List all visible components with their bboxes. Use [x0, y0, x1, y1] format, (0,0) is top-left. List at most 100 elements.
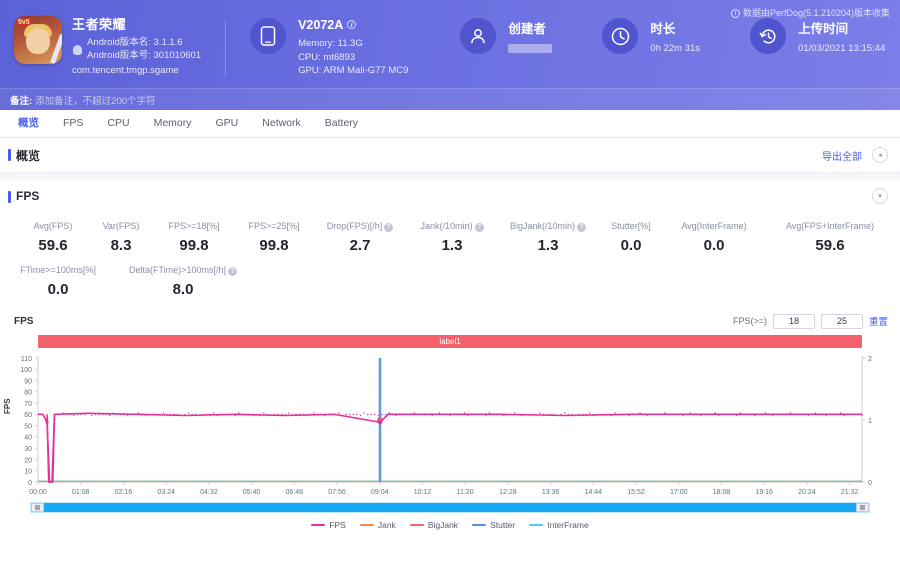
app-version-name: Android版本名: 3.1.1.6	[87, 37, 183, 48]
series-fps-line[interactable]	[38, 412, 862, 483]
metric-value: 1.3	[441, 237, 463, 254]
metric-avg-interframe: Avg(InterFrame) 0.0	[664, 219, 764, 255]
tab-memory[interactable]: Memory	[142, 110, 204, 137]
reset-button[interactable]: 重置	[869, 314, 888, 328]
legend-label: BigJank	[427, 520, 459, 530]
app-version-code: Android版本号: 301010601	[87, 50, 202, 61]
legend-item-interframe[interactable]: InterFrame	[529, 520, 589, 530]
metric-drop-fps-h: Drop(FPS)[/h]? 2.7	[314, 219, 406, 255]
metric-label: Avg(FPS)	[33, 221, 73, 231]
creator-block: 创建者	[460, 10, 553, 58]
x-axis-tick-label: 01:08	[72, 489, 90, 496]
device-info-icon[interactable]: i	[347, 20, 357, 29]
fps-threshold-input-1[interactable]	[772, 313, 815, 329]
remark-label: 备注:	[10, 95, 33, 107]
chart-range-handle-right[interactable]	[856, 503, 869, 512]
tab-overview[interactable]: 概览	[6, 110, 51, 137]
legend-swatch	[472, 524, 487, 526]
tab-fps[interactable]: FPS	[51, 110, 95, 137]
metrics-row-primary: Avg(FPS) 59.6 Var(FPS) 8.3 FPS>=18[%] 99.8 FPS…	[0, 219, 900, 255]
duration-value: 0h 22m 31s	[650, 43, 701, 54]
device-text: V2072A i Memory: 11.3G CPU: mt6893 GPU: A…	[298, 10, 408, 78]
series-fps-dip-point	[377, 420, 383, 425]
metric-value: 0.0	[47, 281, 69, 298]
overview-panel: 概览 导出全部 ◂	[0, 138, 900, 173]
metric-var-fps: Var(FPS) 8.3	[88, 219, 154, 255]
app-text: 王者荣耀 Android版本名: 3.1.1.6 Android版本号: 301…	[72, 10, 201, 76]
creator-text: 创建者	[508, 10, 553, 58]
x-axis-tick-label: 20:24	[798, 489, 816, 496]
x-axis-tick-label: 07:56	[328, 489, 346, 496]
metric-value: 99.8	[179, 237, 209, 254]
user-icon	[460, 18, 497, 54]
tab-network[interactable]: Network	[250, 110, 313, 137]
chevron-left-icon[interactable]: ◂	[872, 147, 888, 163]
metric-value: 0.0	[703, 237, 725, 254]
help-icon[interactable]: ?	[384, 223, 394, 232]
fps-title: FPS	[8, 189, 39, 203]
x-axis-tick-label: 21:32	[841, 489, 859, 496]
duration-text: 时长 0h 22m 31s	[650, 10, 700, 56]
help-icon[interactable]: ?	[227, 267, 237, 276]
y-axis-tick-label: 60	[24, 412, 32, 419]
y-axis-tick-label: 10	[24, 469, 32, 476]
tab-cpu[interactable]: CPU	[95, 110, 141, 137]
help-icon[interactable]: ?	[474, 223, 484, 232]
legend-item-fps[interactable]: FPS	[311, 520, 346, 530]
x-axis-tick-label: 12:28	[499, 489, 517, 496]
metric-bigjank-10min: BigJank(/10min)? 1.3	[498, 219, 598, 255]
legend-swatch	[409, 524, 424, 526]
legend-label: Stutter	[490, 520, 516, 530]
metric-value: 59.6	[815, 237, 845, 254]
metric-jank-10min: Jank(/10min)? 1.3	[406, 219, 498, 255]
metric-label: Avg(FPS+InterFrame)	[785, 221, 875, 231]
x-axis-tick-label: 17:00	[670, 489, 688, 496]
help-icon[interactable]: ?	[577, 223, 587, 232]
series-fps-dip-point	[45, 420, 49, 424]
y-axis-tick-label: 50	[24, 423, 32, 430]
legend-item-bigjank[interactable]: BigJank	[409, 520, 459, 530]
metric-value: 0.0	[620, 237, 642, 254]
remark-bar[interactable]: 备注: 添加备注，不超过200个字符	[0, 88, 900, 110]
app-version-block: Android版本名: 3.1.1.6 Android版本号: 30101060…	[72, 36, 201, 62]
legend-label: InterFrame	[547, 520, 589, 530]
chart-range-scrollbar[interactable]	[30, 502, 870, 513]
x-axis-tick-label: 14:44	[585, 489, 603, 496]
x-axis-tick-label: 09:04	[371, 489, 389, 496]
y-axis-tick-label: 70	[24, 401, 32, 408]
metric-label: FPS>=25[%]	[248, 221, 300, 231]
creator-redacted	[508, 44, 553, 53]
x-axis-tick-label: 19:16	[755, 489, 773, 496]
metric-label: BigJank(/10min)?	[498, 219, 598, 233]
chart-range-handle-left[interactable]	[31, 503, 44, 512]
chart-legend: FPS Jank BigJank Stutter InterFrame	[0, 516, 900, 534]
metric-avg-fps: Avg(FPS) 59.6	[18, 219, 88, 255]
fps-threshold-input-2[interactable]	[820, 313, 863, 329]
tab-gpu[interactable]: GPU	[204, 110, 251, 137]
legend-swatch	[529, 524, 544, 526]
legend-item-stutter[interactable]: Stutter	[472, 520, 515, 530]
perfdog-version-note: i 数据由PerfDog(5.1.210204)版本收集	[730, 6, 890, 19]
export-all-button[interactable]: 导出全部	[822, 148, 862, 163]
upload-value: 01/03/2021 13:15:44	[798, 43, 886, 54]
x-axis-tick-label: 05:40	[243, 489, 261, 496]
legend-swatch	[311, 524, 326, 526]
chart-range-fill	[31, 503, 869, 512]
scene-label-band[interactable]: label1	[38, 335, 862, 348]
device-info-block: V2072A i Memory: 11.3G CPU: mt6893 GPU: A…	[250, 10, 408, 78]
device-model-text: V2072A	[298, 18, 344, 32]
metric-value: 8.3	[110, 237, 132, 254]
x-axis-tick-label: 13:36	[542, 489, 560, 496]
metric-stutter: Stutter[%] 0.0	[598, 219, 664, 255]
app-package-name: com.tencent.tmgp.sgame	[72, 65, 179, 76]
tab-battery[interactable]: Battery	[313, 110, 370, 137]
y-axis-tick-label: 90	[24, 378, 32, 385]
fps-metrics: Avg(FPS) 59.6 Var(FPS) 8.3 FPS>=18[%] 99.8 FPS…	[0, 213, 900, 309]
history-icon	[750, 18, 787, 54]
chevron-down-icon[interactable]: ▾	[872, 188, 888, 204]
perfdog-version-text: 数据由PerfDog(5.1.210204)版本收集	[742, 8, 890, 18]
metric-label: Jank(/10min)?	[406, 219, 498, 233]
legend-item-jank[interactable]: Jank	[359, 520, 396, 530]
creator-value	[508, 42, 553, 58]
fps-plot-svg[interactable]: 0 10 20 30 40 50 60 70 80 90 100 110 0 1 2 00:00 01:08 02…	[0, 350, 900, 500]
